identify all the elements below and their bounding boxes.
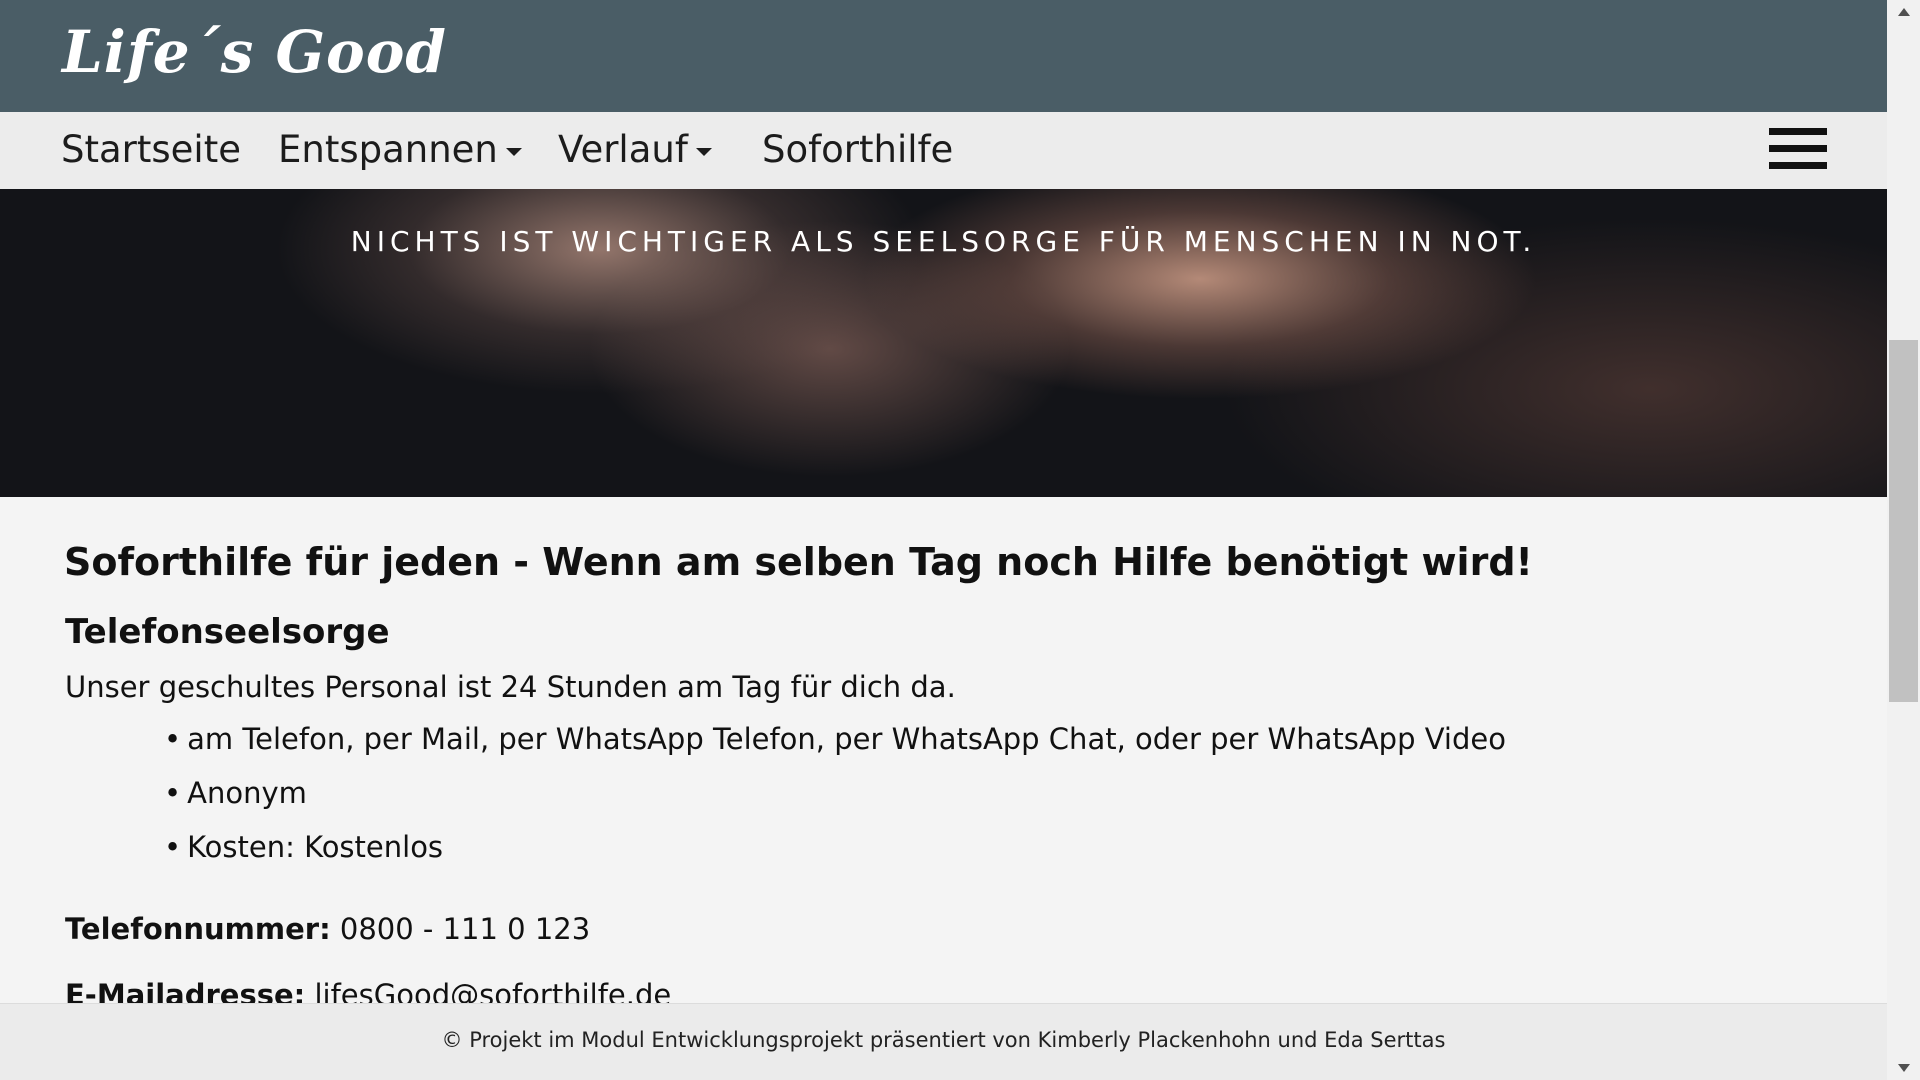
caret-down-icon xyxy=(505,147,522,156)
page: Life´s Good Startseite Entspannen Verlau… xyxy=(0,0,1887,1080)
nav-item-soforthilfe[interactable]: Soforthilfe xyxy=(762,128,953,171)
hero-banner: NICHTS IST WICHTIGER ALS SEELSORGE FÜR M… xyxy=(0,189,1887,497)
list-item: • Anonym xyxy=(164,776,1506,830)
section-title: Telefonseelsorge xyxy=(65,612,390,652)
main-navigation: Startseite Entspannen Verlauf Soforthilf… xyxy=(0,112,1887,190)
nav-item-label: Startseite xyxy=(61,128,241,171)
scroll-up-arrow-icon[interactable] xyxy=(1898,8,1910,16)
bullet-icon: • xyxy=(164,776,182,810)
intro-text: Unser geschultes Personal ist 24 Stunden… xyxy=(65,670,956,704)
hamburger-line xyxy=(1769,145,1827,152)
bullet-icon: • xyxy=(164,722,182,756)
bullet-icon: • xyxy=(164,830,182,864)
feature-list: • am Telefon, per Mail, per WhatsApp Tele… xyxy=(164,722,1506,884)
nav-item-verlauf[interactable]: Verlauf xyxy=(558,128,712,171)
phone-label: Telefonnummer: xyxy=(65,912,331,946)
scroll-down-arrow-icon[interactable] xyxy=(1898,1064,1910,1072)
list-item-text: am Telefon, per Mail, per WhatsApp Telef… xyxy=(187,722,1506,756)
phone-line: Telefonnummer: 0800 - 111 0 123 xyxy=(65,912,590,946)
page-title: Soforthilfe für jeden - Wenn am selben T… xyxy=(64,540,1533,584)
phone-number[interactable]: 0800 - 111 0 123 xyxy=(340,912,590,946)
list-item-text: Anonym xyxy=(187,776,307,810)
brand-bar: Life´s Good xyxy=(0,0,1887,112)
caret-down-icon xyxy=(695,147,712,156)
hamburger-menu-icon[interactable] xyxy=(1769,128,1827,170)
list-item: • Kosten: Kostenlos xyxy=(164,830,1506,884)
nav-item-label: Soforthilfe xyxy=(762,128,954,171)
nav-item-label: Entspannen xyxy=(278,128,498,171)
hamburger-line xyxy=(1769,162,1827,169)
vertical-scrollbar[interactable] xyxy=(1887,0,1920,1080)
footer-text: © Projekt im Modul Entwicklungsprojekt p… xyxy=(441,1028,1446,1052)
hero-tagline: NICHTS IST WICHTIGER ALS SEELSORGE FÜR M… xyxy=(350,225,1537,258)
nav-item-entspannen[interactable]: Entspannen xyxy=(278,128,522,171)
nav-item-startseite[interactable]: Startseite xyxy=(61,128,241,171)
hamburger-line xyxy=(1769,128,1827,135)
footer: © Projekt im Modul Entwicklungsprojekt p… xyxy=(0,1003,1887,1080)
nav-item-label: Verlauf xyxy=(558,128,688,171)
list-item: • am Telefon, per Mail, per WhatsApp Tele… xyxy=(164,722,1506,776)
scrollbar-thumb[interactable] xyxy=(1889,340,1918,702)
list-item-text: Kosten: Kostenlos xyxy=(187,830,444,864)
site-logo[interactable]: Life´s Good xyxy=(62,18,447,86)
